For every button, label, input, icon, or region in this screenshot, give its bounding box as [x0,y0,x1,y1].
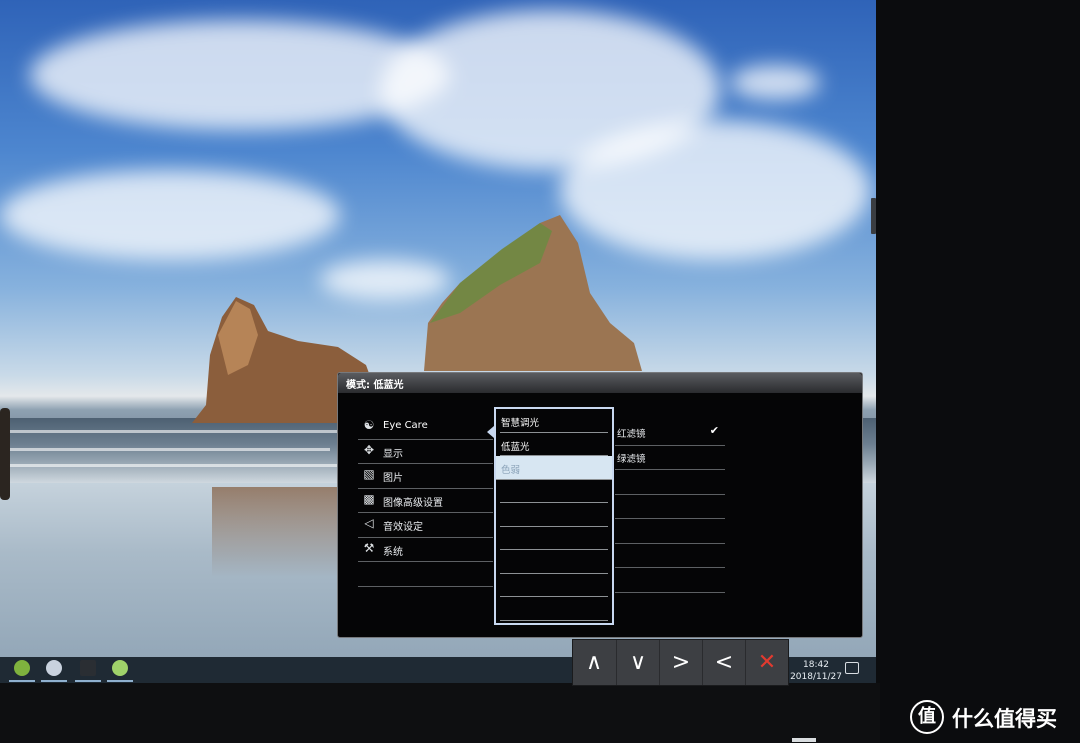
watermark-logo: 值 [910,700,944,734]
menu-item[interactable]: ▩ 图像高级设置 [358,489,493,513]
monitor-side-button[interactable] [871,198,876,234]
picture-icon: ▧ [363,467,375,481]
speaker-icon: ◁ [364,516,374,530]
menu-item-label: 图像高级设置 [383,497,443,509]
osd-options: 红滤镜 ✔ 绿滤镜 [615,421,725,593]
cloud [730,65,820,100]
menu-item[interactable]: ✥ 显示 [358,440,493,464]
submenu-pointer-icon [487,426,494,438]
submenu-item-label: 低蓝光 [501,441,530,453]
watermark-text: 什么值得买 [952,707,1057,731]
submenu-item[interactable]: 智慧调光 [500,409,608,433]
rock-reflection [212,487,337,577]
down-key[interactable]: ∨ [616,640,659,685]
osd-submenu: 智慧调光 低蓝光 色弱 [494,407,614,625]
menu-item[interactable] [358,562,493,587]
menu-item[interactable]: ▧ 图片 [358,464,493,489]
eye-care-icon: ☯ [363,418,375,432]
option-label: 红滤镜 [617,429,646,440]
option-item[interactable] [615,470,725,495]
close-key[interactable]: ✕ [745,640,788,685]
submenu-item[interactable]: 色弱 [496,456,612,480]
menu-item[interactable]: ☯ Eye Care [358,415,493,440]
menu-item[interactable]: ◁ 音效设定 [358,513,493,538]
option-item[interactable]: 绿滤镜 [615,446,725,470]
clock-time: 18:42 [803,660,829,670]
option-item[interactable] [615,544,725,568]
option-item[interactable] [615,519,725,544]
picture-advanced-icon: ▩ [363,491,375,506]
app-icon[interactable] [14,660,30,676]
menu-item[interactable]: ⚒ 系统 [358,538,493,562]
empty-icon [361,566,377,579]
submenu-item[interactable] [500,597,608,621]
display-icon: ✥ [363,442,375,457]
option-item[interactable] [615,568,725,593]
osd-main-menu: ☯ Eye Care ✥ 显示 ▧ 图片 ▩ 图像高级设置 ◁ 音效设定 ⚒ 系统 [358,415,493,587]
menu-item-label: 系统 [383,546,403,558]
power-indicator [792,738,816,742]
up-key[interactable]: ∧ [573,640,615,685]
wechat-icon[interactable] [112,660,128,676]
clock-date: 2018/11/27 [790,672,842,682]
submenu-item[interactable]: 低蓝光 [500,433,608,456]
person-silhouette [0,408,10,500]
osd-header: 模式: 低蓝光 [338,373,862,393]
left-key[interactable]: < [702,640,745,685]
terminal-icon[interactable] [80,660,96,676]
option-item[interactable]: 红滤镜 ✔ [615,421,725,446]
option-label: 绿滤镜 [617,453,646,465]
right-rock [424,215,642,371]
menu-item-label: 音效设定 [383,522,423,533]
notification-icon[interactable] [845,662,859,674]
submenu-item[interactable] [500,527,608,550]
submenu-item-label: 智慧调光 [501,418,540,429]
submenu-item-label: 色弱 [501,465,521,476]
option-item[interactable] [615,495,725,519]
taskbar-clock[interactable]: 18:42 2018/11/27 [786,659,846,683]
osd-hotkey-bar: ∧ ∨ > < ✕ [572,639,789,686]
menu-item-label: Eye Care [383,420,428,431]
cloud [0,170,340,260]
monitor-bezel [0,683,880,743]
browser-icon[interactable] [46,660,62,676]
wrench-icon: ⚒ [363,540,375,555]
right-key[interactable]: > [659,640,702,685]
menu-item-label: 显示 [383,448,403,460]
osd-title: 模式: 低蓝光 [346,380,404,391]
checkmark-icon: ✔ [709,424,719,437]
menu-item-label: 图片 [383,473,403,484]
osd-menu: 模式: 低蓝光 ☯ Eye Care ✥ 显示 ▧ 图片 ▩ 图像高级设置 ◁ 音效设定 ⚒ 系统 智… [337,372,863,638]
submenu-item[interactable] [500,503,608,527]
submenu-item[interactable] [500,574,608,597]
submenu-item[interactable] [500,550,608,574]
submenu-item[interactable] [500,480,608,503]
